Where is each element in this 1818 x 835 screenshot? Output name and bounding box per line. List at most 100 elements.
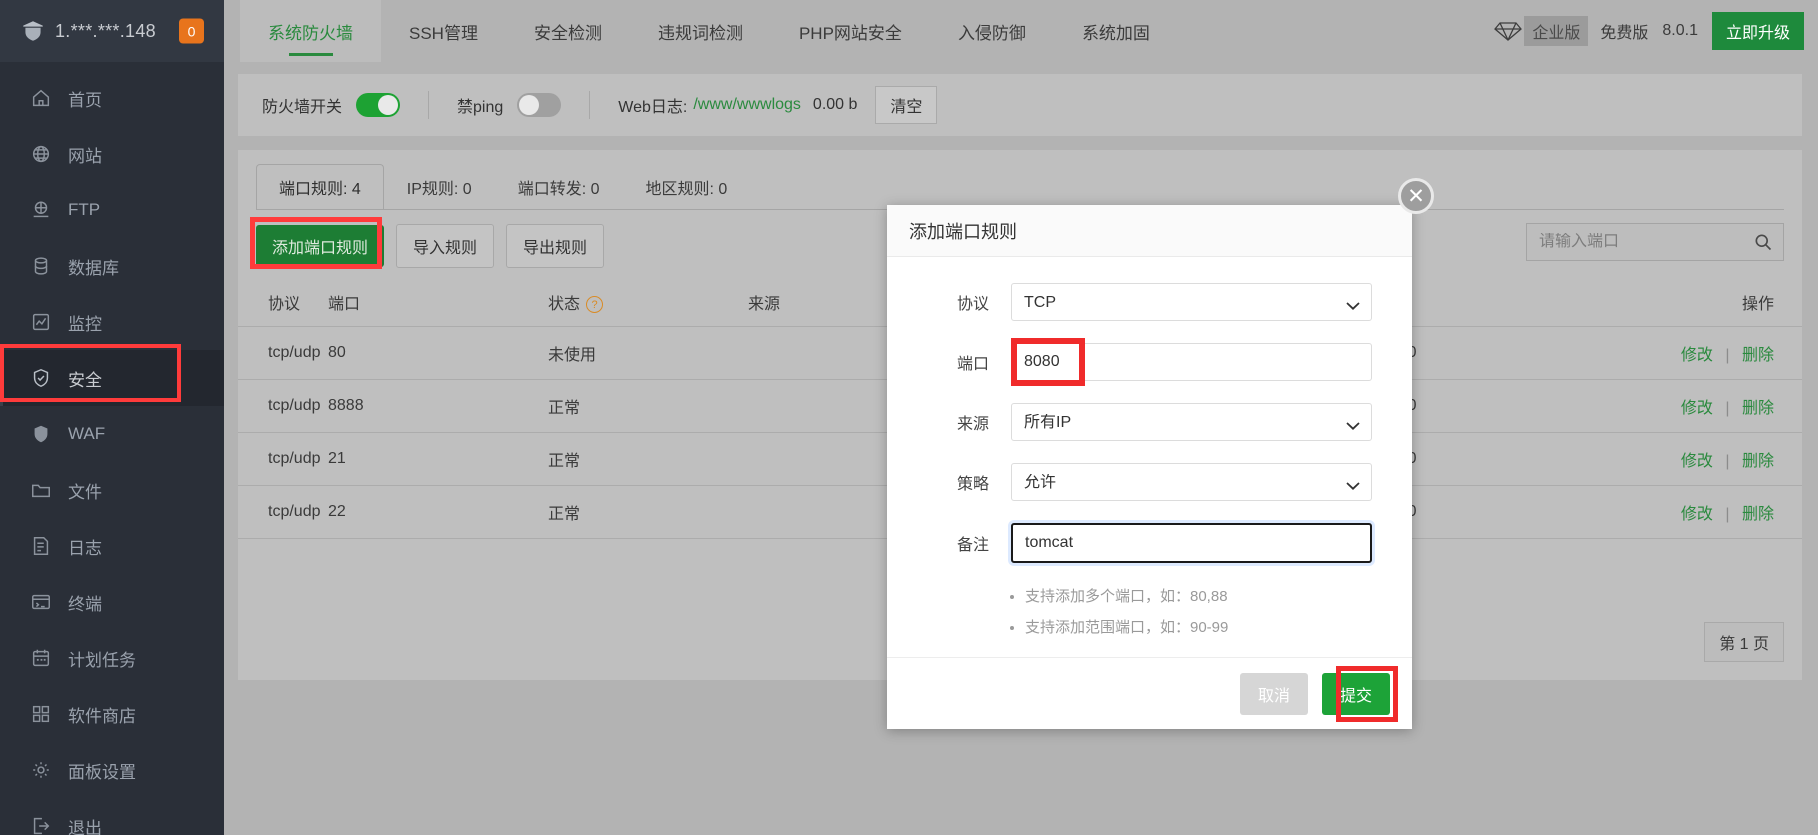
submit-button[interactable]: 提交 [1321,672,1390,715]
subtab-port-forward[interactable]: 端口转发: 0 [495,164,623,210]
tab-security-scan[interactable]: 安全检测 [506,0,630,62]
delete-link[interactable]: 删除 [1742,400,1774,417]
sidebar-item-database[interactable]: 数据库 [0,238,224,294]
cell-state: 正常 [548,432,748,486]
cell-port: 22 [328,485,548,539]
cancel-button[interactable]: 取消 [1239,672,1308,715]
sidebar-item-settings[interactable]: 面板设置 [0,742,224,798]
sidebar-item-crontab[interactable]: 计划任务 [0,630,224,686]
free-version-label: 免费版 [1600,25,1649,42]
import-rule-button[interactable]: 导入规则 [396,224,495,268]
protocol-select[interactable]: TCP [1011,283,1372,321]
sidebar-item-ftp[interactable]: FTP [0,182,224,238]
logout-icon [28,813,54,835]
sidebar-item-security[interactable]: 安全 [0,350,224,406]
tab-system-firewall[interactable]: 系统防火墙 [240,0,381,62]
divider: | [1725,453,1730,470]
source-control: 所有IP [1011,403,1372,441]
tab-ssh-manage[interactable]: SSH管理 [381,0,506,62]
sidebar-item-waf[interactable]: WAF [0,406,224,462]
tab-intrusion-prevention[interactable]: 入侵防御 [930,0,1054,62]
sidebar-item-logs[interactable]: 日志 [0,518,224,574]
sidebar-item-files[interactable]: 文件 [0,462,224,518]
firewall-toolbar: 防火墙开关 禁ping Web日志: /www/wwwlogs 0.00 b 清… [238,74,1802,136]
remark-label: 备注 [956,537,989,554]
delete-link[interactable]: 删除 [1742,453,1774,470]
sidebar-item-label: 监控 [68,314,102,334]
port-input[interactable] [1011,343,1372,381]
shield-filled-icon [28,421,54,447]
edit-link[interactable]: 修改 [1681,506,1713,523]
policy-select[interactable]: 允许 [1011,463,1372,501]
upgrade-button[interactable]: 立即升级 [1711,12,1804,50]
sidebar-item-home[interactable]: 首页 [0,70,224,126]
th-port: 端口 [328,278,548,327]
search-icon[interactable] [1753,232,1773,252]
tab-system-hardening[interactable]: 系统加固 [1054,0,1178,62]
monitor-chart-icon [28,309,54,335]
port-control [1011,338,1372,386]
app-root: 1.***.***.148 0 首页 网站 FTP 数据库 监控 安全 WAF … [0,0,1818,835]
question-mark-icon[interactable]: ? [586,296,604,314]
sidebar-item-appstore[interactable]: 软件商店 [0,686,224,742]
edit-link[interactable]: 修改 [1681,453,1713,470]
weblog-size: 0.00 b [812,96,858,113]
tab-banned-words[interactable]: 违规词检测 [630,0,771,62]
dialog-footer: 取消 提交 [887,657,1412,729]
remark-input[interactable] [1011,523,1372,563]
subtab-port-rules[interactable]: 端口规则: 4 [256,164,384,210]
ping-switch-label: 禁ping [457,99,504,116]
firewall-switch-toggle[interactable] [356,93,401,117]
field-row-remark: 备注 [927,523,1372,563]
field-row-policy: 策略 允许 [927,463,1372,501]
sidebar-item-label: 文件 [68,482,102,502]
clear-log-button[interactable]: 清空 [875,86,938,124]
close-icon[interactable]: ✕ [1398,178,1434,214]
th-state-label: 状态 [548,296,581,313]
rule-subtabs: 端口规则: 4 IP规则: 0 端口转发: 0 地区规则: 0 [238,150,1802,210]
add-port-rule-button[interactable]: 添加端口规则 [256,225,385,267]
sidebar-item-label: 日志 [68,538,102,558]
shield-logo-icon [20,18,46,44]
edit-link[interactable]: 修改 [1681,347,1713,364]
tab-label: 违规词检测 [657,23,743,43]
source-select[interactable]: 所有IP [1011,403,1372,441]
delete-link[interactable]: 删除 [1742,347,1774,364]
sidebar-item-label: 终端 [68,594,102,614]
sidebar-item-label: FTP [68,200,101,219]
sidebar-item-website[interactable]: 网站 [0,126,224,182]
top-nav: 系统防火墙 SSH管理 安全检测 违规词检测 PHP网站安全 入侵防御 系统加固 [224,0,1818,62]
edit-link[interactable]: 修改 [1681,400,1713,417]
divider [428,91,430,119]
port-search-box[interactable] [1526,223,1784,261]
dialog-body: 协议 TCP 端口 8080 来源 所有IP 策略 允许 备注 tomcat •… [887,257,1412,637]
subtab-region-rules[interactable]: 地区规则: 0 [623,164,751,210]
folder-icon [28,477,54,503]
divider: | [1725,347,1730,364]
cell-protocol: tcp/udp [238,379,328,433]
sidebar-item-monitor[interactable]: 监控 [0,294,224,350]
weblog-path[interactable]: /www/wwwlogs [693,96,801,114]
tab-php-site-security[interactable]: PHP网站安全 [771,0,930,62]
dialog-title: 添加端口规则 [887,205,1412,257]
subtab-ip-rules[interactable]: IP规则: 0 [384,164,495,210]
sidebar-item-logout[interactable]: 退出 [0,798,224,835]
export-rule-button[interactable]: 导出规则 [506,224,605,268]
cell-port: 21 [328,432,548,486]
search-input[interactable] [1539,233,1753,251]
tab-label: SSH管理 [409,23,478,43]
ping-switch-toggle[interactable] [517,93,562,117]
tab-label: PHP网站安全 [798,23,902,43]
sidebar-item-label: 安全 [68,370,102,390]
protocol-label: 协议 [956,296,989,313]
tab-label: 入侵防御 [957,23,1026,43]
policy-control: 允许 [1011,463,1372,501]
tab-label: 系统防火墙 [268,23,353,43]
cell-operation: 修改 | 删除 [1598,485,1802,539]
sidebar-item-terminal[interactable]: 终端 [0,574,224,630]
subtab-label: 端口规则: 4 [279,181,361,198]
pagination-page-indicator[interactable]: 第 1 页 [1704,622,1784,662]
database-icon [28,253,54,279]
delete-link[interactable]: 删除 [1742,506,1774,523]
notification-badge[interactable]: 0 [179,18,204,44]
